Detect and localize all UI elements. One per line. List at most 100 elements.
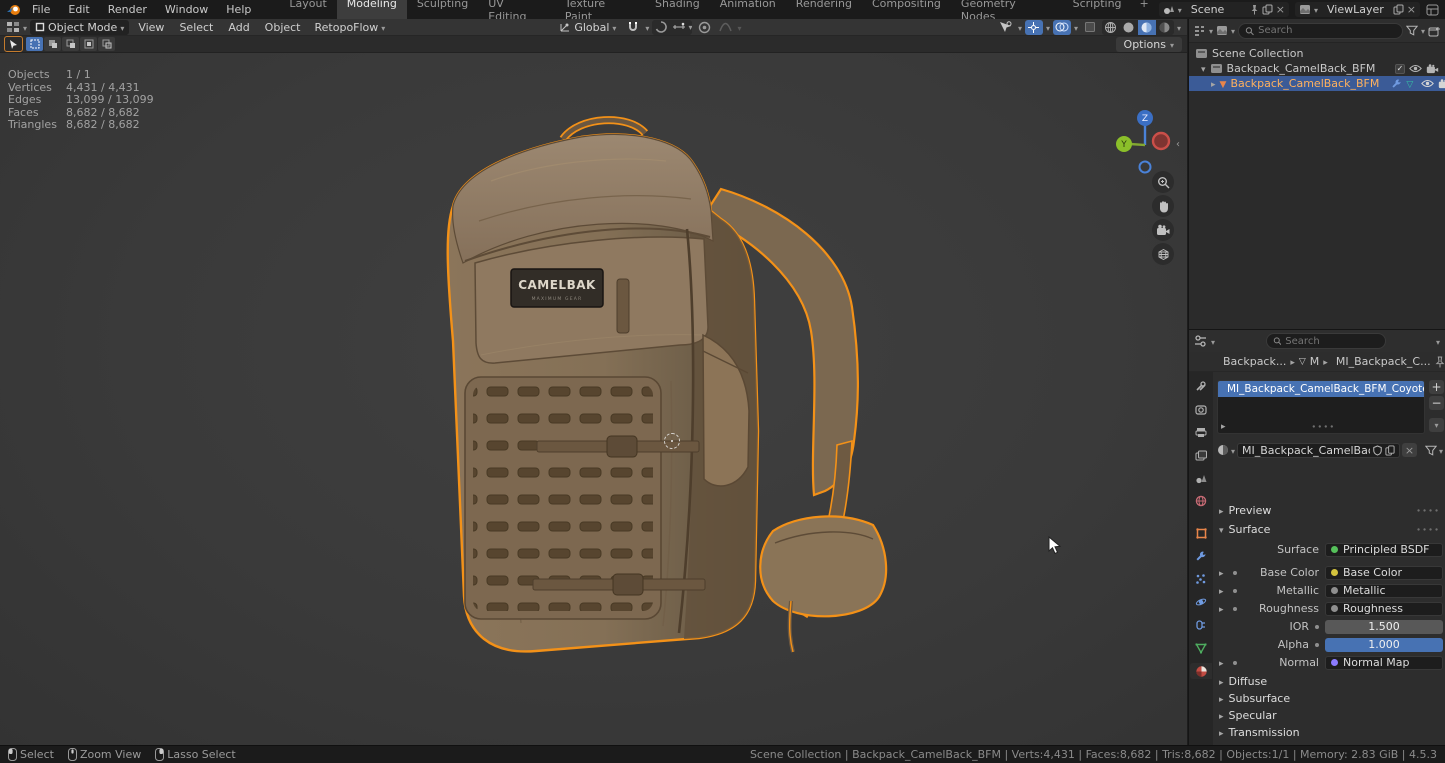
sidebar-toggle[interactable]: ‹ bbox=[1176, 139, 1180, 150]
surface-panel-header[interactable]: Surface bbox=[1213, 521, 1445, 537]
select-mode-intersect-icon[interactable] bbox=[98, 37, 115, 51]
select-mode-extend-icon[interactable] bbox=[44, 37, 61, 51]
snap-toggle-icon[interactable] bbox=[624, 20, 642, 35]
proportional-editing-icon[interactable] bbox=[695, 20, 713, 35]
base-color-field[interactable]: Base Color bbox=[1325, 566, 1443, 580]
outliner-row-scene-collection[interactable]: Scene Collection bbox=[1189, 46, 1445, 61]
view-layer-selector[interactable]: ViewLayer bbox=[1295, 2, 1420, 17]
extensions-icon[interactable] bbox=[1426, 4, 1439, 16]
properties-search-input[interactable] bbox=[1285, 336, 1378, 347]
tab-physics-icon[interactable] bbox=[1190, 594, 1212, 610]
breadcrumb-mesh[interactable]: M bbox=[1310, 355, 1320, 368]
chevron-down-icon[interactable] bbox=[1436, 335, 1440, 348]
tab-scene-icon[interactable] bbox=[1190, 470, 1212, 486]
filter-icon[interactable] bbox=[1425, 445, 1437, 456]
chevron-down-icon[interactable] bbox=[1209, 24, 1213, 37]
new-collection-icon[interactable] bbox=[1428, 25, 1441, 37]
roughness-field[interactable]: Roughness bbox=[1325, 602, 1443, 616]
unlink-material-button[interactable] bbox=[1402, 443, 1417, 457]
chevron-down-icon[interactable] bbox=[1074, 21, 1078, 34]
material-slot-active[interactable]: MI_Backpack_CamelBack_BFM_Coyote bbox=[1218, 381, 1424, 397]
new-scene-icon[interactable] bbox=[1262, 4, 1273, 15]
chevron-down-icon[interactable] bbox=[1231, 24, 1235, 37]
editor-type-icon[interactable] bbox=[6, 21, 20, 33]
proportional-falloff-icon[interactable] bbox=[716, 20, 734, 35]
disable-render-camera-icon[interactable] bbox=[1438, 79, 1445, 89]
tab-tool-icon[interactable] bbox=[1190, 378, 1212, 394]
filter-icon[interactable] bbox=[1406, 25, 1418, 36]
menu-view[interactable]: View bbox=[132, 21, 170, 34]
camera-view-button[interactable] bbox=[1152, 219, 1174, 241]
ior-slider[interactable]: 1.500 bbox=[1325, 620, 1443, 634]
active-tool-select-box-icon[interactable] bbox=[5, 37, 22, 51]
shading-wireframe-icon[interactable] bbox=[1102, 20, 1120, 35]
panel-diffuse[interactable]: Diffuse bbox=[1213, 673, 1445, 689]
add-material-slot-button[interactable] bbox=[1429, 380, 1444, 394]
display-mode-icon[interactable] bbox=[1216, 25, 1228, 36]
browse-material-icon[interactable] bbox=[1217, 444, 1229, 456]
select-mode-new-icon[interactable] bbox=[26, 37, 43, 51]
chevron-down-icon[interactable] bbox=[1177, 21, 1181, 34]
backpack-model[interactable]: CAMELBAK MAXIMUM GEAR bbox=[421, 111, 896, 663]
collection-checkbox[interactable] bbox=[1395, 64, 1405, 74]
toggle-xray-icon[interactable] bbox=[1081, 20, 1099, 35]
blender-logo-icon[interactable] bbox=[6, 3, 22, 17]
modifier-wrench-icon[interactable] bbox=[1391, 78, 1402, 89]
resize-grip[interactable] bbox=[1311, 422, 1335, 432]
shading-rendered-icon[interactable] bbox=[1156, 20, 1174, 35]
hide-viewport-eye-icon[interactable] bbox=[1421, 79, 1434, 88]
shading-material-preview-icon[interactable] bbox=[1138, 20, 1156, 35]
pin-icon[interactable] bbox=[1435, 356, 1445, 368]
scene-selector[interactable]: Scene bbox=[1159, 2, 1289, 17]
panel-transmission[interactable]: Transmission bbox=[1213, 724, 1445, 740]
remove-material-slot-button[interactable] bbox=[1429, 396, 1444, 410]
remove-view-layer-icon[interactable] bbox=[1407, 3, 1416, 16]
disable-render-camera-icon[interactable] bbox=[1426, 64, 1439, 74]
panel-subsurface[interactable]: Subsurface bbox=[1213, 690, 1445, 706]
viewport-3d[interactable]: Objects1 / 1 Vertices4,431 / 4,431 Edges… bbox=[0, 53, 1187, 745]
alpha-slider[interactable]: 1.000 bbox=[1325, 638, 1443, 652]
transform-orientation[interactable]: Global bbox=[554, 20, 621, 35]
collapse-icon[interactable] bbox=[1201, 62, 1206, 75]
chevron-down-icon[interactable] bbox=[1439, 444, 1443, 457]
chevron-down-icon[interactable] bbox=[23, 21, 27, 34]
panel-grip[interactable] bbox=[1416, 506, 1440, 515]
outliner-search[interactable] bbox=[1238, 23, 1403, 39]
outliner-row-collection[interactable]: Backpack_CamelBack_BFM bbox=[1189, 61, 1445, 76]
tab-material-icon[interactable] bbox=[1190, 663, 1212, 679]
snap-target-icon[interactable] bbox=[652, 20, 670, 35]
preview-panel-header[interactable]: Preview bbox=[1213, 502, 1445, 518]
zoom-button[interactable] bbox=[1152, 171, 1174, 193]
menu-help[interactable]: Help bbox=[218, 2, 259, 17]
panel-specular[interactable]: Specular bbox=[1213, 707, 1445, 723]
properties-search[interactable] bbox=[1266, 333, 1386, 349]
breadcrumb-material[interactable]: MI_Backpack_C... bbox=[1336, 355, 1431, 368]
material-slot-list[interactable]: MI_Backpack_CamelBack_BFM_Coyote bbox=[1217, 380, 1425, 434]
tab-render-icon[interactable] bbox=[1190, 401, 1212, 417]
selectability-visibility-icon[interactable] bbox=[997, 20, 1015, 35]
mode-selector[interactable]: Object Mode bbox=[30, 20, 129, 35]
tab-world-icon[interactable] bbox=[1190, 493, 1212, 509]
chevron-down-icon[interactable] bbox=[688, 20, 692, 35]
show-gizmo-icon[interactable] bbox=[1025, 20, 1043, 35]
fake-user-shield-icon[interactable] bbox=[1373, 445, 1382, 456]
normal-field[interactable]: Normal Map bbox=[1325, 656, 1443, 670]
panel-grip[interactable] bbox=[1416, 525, 1440, 534]
tab-modifiers-icon[interactable] bbox=[1190, 548, 1212, 564]
slot-specials-icon[interactable] bbox=[1221, 422, 1226, 432]
pin-icon[interactable] bbox=[1250, 4, 1259, 15]
chevron-down-icon[interactable] bbox=[1421, 24, 1425, 37]
material-name-field[interactable]: MI_Backpack_CamelBack_BFM_... bbox=[1237, 443, 1400, 458]
properties-editor-icon[interactable] bbox=[1194, 335, 1207, 347]
menu-add[interactable]: Add bbox=[222, 21, 255, 34]
chevron-down-icon[interactable] bbox=[1231, 444, 1235, 457]
pan-button[interactable] bbox=[1152, 195, 1174, 217]
shading-solid-icon[interactable] bbox=[1120, 20, 1138, 35]
shader-field[interactable]: Principled BSDF bbox=[1325, 543, 1443, 557]
show-overlays-icon[interactable] bbox=[1053, 20, 1071, 35]
select-mode-invert-icon[interactable] bbox=[80, 37, 97, 51]
chevron-down-icon[interactable] bbox=[1018, 21, 1022, 34]
select-mode-subtract-icon[interactable] bbox=[62, 37, 79, 51]
snap-increment-icon[interactable] bbox=[670, 20, 688, 35]
menu-object[interactable]: Object bbox=[259, 21, 307, 34]
